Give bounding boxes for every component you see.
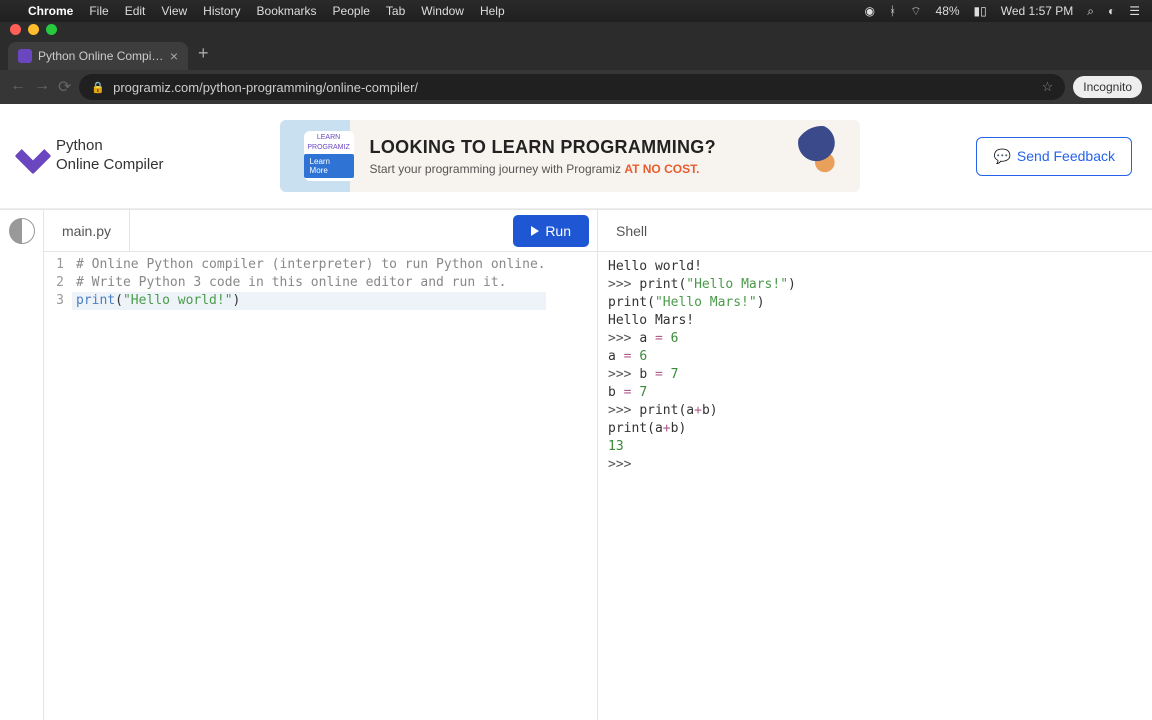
- theme-toggle-button[interactable]: [9, 218, 35, 244]
- logo-text: Python Online Compiler: [56, 137, 164, 175]
- tab-close-icon[interactable]: ×: [170, 48, 178, 64]
- menu-people[interactable]: People: [333, 4, 370, 18]
- battery-level: 48%: [936, 4, 960, 18]
- menu-file[interactable]: File: [89, 4, 108, 18]
- line-gutter: 1 2 3: [44, 256, 72, 310]
- incognito-badge[interactable]: Incognito: [1073, 76, 1142, 98]
- send-feedback-button[interactable]: 💬 Send Feedback: [976, 137, 1132, 176]
- control-center-icon[interactable]: ☰: [1129, 4, 1140, 18]
- spotlight-icon[interactable]: ⌕: [1087, 4, 1094, 19]
- siri-icon[interactable]: ◐: [1108, 4, 1115, 18]
- code-editor[interactable]: 1 2 3 # Online Python compiler (interpre…: [44, 252, 597, 314]
- wifi-icon[interactable]: ⌔: [910, 4, 921, 19]
- tab-strip: Python Online Compiler (Inter × +: [0, 36, 1152, 70]
- window-minimize-button[interactable]: [28, 24, 39, 35]
- editor-tab-row: main.py Run: [44, 210, 597, 252]
- menu-window[interactable]: Window: [421, 4, 464, 18]
- editor-pane: main.py Run 1 2 3 # Online Python compil…: [44, 210, 598, 720]
- battery-icon: ▮▯: [974, 4, 987, 18]
- menu-bookmarks[interactable]: Bookmarks: [257, 4, 317, 18]
- tab-title: Python Online Compiler (Inter: [38, 49, 164, 63]
- window-close-button[interactable]: [10, 24, 21, 35]
- shell-tab[interactable]: Shell: [598, 210, 665, 251]
- code-line-2: # Write Python 3 code in this online edi…: [76, 275, 506, 290]
- url-text: programiz.com/python-programming/online-…: [113, 80, 418, 95]
- workspace: main.py Run 1 2 3 # Online Python compil…: [0, 209, 1152, 720]
- shell-output[interactable]: Hello world!>>> print("Hello Mars!")prin…: [598, 252, 1152, 480]
- play-icon: [531, 226, 539, 236]
- address-bar[interactable]: 🔒 programiz.com/python-programming/onlin…: [79, 74, 1065, 100]
- promo-banner[interactable]: LEARN PROGRAMIZ Learn More LOOKING TO LE…: [280, 120, 860, 192]
- menu-help[interactable]: Help: [480, 4, 505, 18]
- lock-icon: 🔒: [91, 81, 105, 94]
- favicon-icon: [18, 49, 32, 63]
- site-logo[interactable]: Python Online Compiler: [20, 137, 164, 175]
- menu-app[interactable]: Chrome: [28, 4, 73, 18]
- shell-pane: Shell Hello world!>>> print("Hello Mars!…: [598, 210, 1152, 720]
- toolbar: ← → ⟳ 🔒 programiz.com/python-programming…: [0, 70, 1152, 104]
- screen-record-icon[interactable]: ◉: [865, 4, 875, 18]
- incognito-label: Incognito: [1083, 80, 1132, 94]
- new-tab-button[interactable]: +: [188, 37, 219, 70]
- forward-button: →: [34, 77, 50, 97]
- back-button[interactable]: ←: [10, 77, 26, 97]
- code-line-3: print("Hello world!"): [72, 292, 546, 310]
- window-maximize-button[interactable]: [46, 24, 57, 35]
- page-content: Python Online Compiler LEARN PROGRAMIZ L…: [0, 104, 1152, 720]
- banner-subtitle: Start your programming journey with Prog…: [370, 162, 716, 176]
- menu-tab[interactable]: Tab: [386, 4, 405, 18]
- banner-title: LOOKING TO LEARN PROGRAMMING?: [370, 137, 716, 158]
- bookmark-star-icon[interactable]: ☆: [1042, 79, 1054, 95]
- code-line-1: # Online Python compiler (interpreter) t…: [76, 257, 546, 272]
- banner-mini-card: LEARN PROGRAMIZ Learn More: [304, 131, 354, 181]
- chat-icon: 💬: [993, 148, 1010, 165]
- learn-more-button[interactable]: Learn More: [304, 154, 354, 178]
- window-controls: [0, 22, 1152, 36]
- browser-tab[interactable]: Python Online Compiler (Inter ×: [8, 42, 188, 70]
- macos-menubar: Chrome File Edit View History Bookmarks …: [0, 0, 1152, 22]
- editor-sidebar: [0, 210, 44, 720]
- reload-button[interactable]: ⟳: [58, 77, 71, 97]
- page-header: Python Online Compiler LEARN PROGRAMIZ L…: [0, 104, 1152, 209]
- menu-history[interactable]: History: [203, 4, 240, 18]
- bluetooth-icon[interactable]: ᚼ: [889, 4, 896, 18]
- run-button[interactable]: Run: [513, 215, 589, 247]
- clock[interactable]: Wed 1:57 PM: [1001, 4, 1073, 18]
- shell-tab-row: Shell: [598, 210, 1152, 252]
- menu-edit[interactable]: Edit: [125, 4, 146, 18]
- banner-illustration: [794, 126, 850, 182]
- editor-file-tab[interactable]: main.py: [44, 210, 130, 251]
- menu-view[interactable]: View: [161, 4, 187, 18]
- logo-mark-icon: [15, 138, 52, 175]
